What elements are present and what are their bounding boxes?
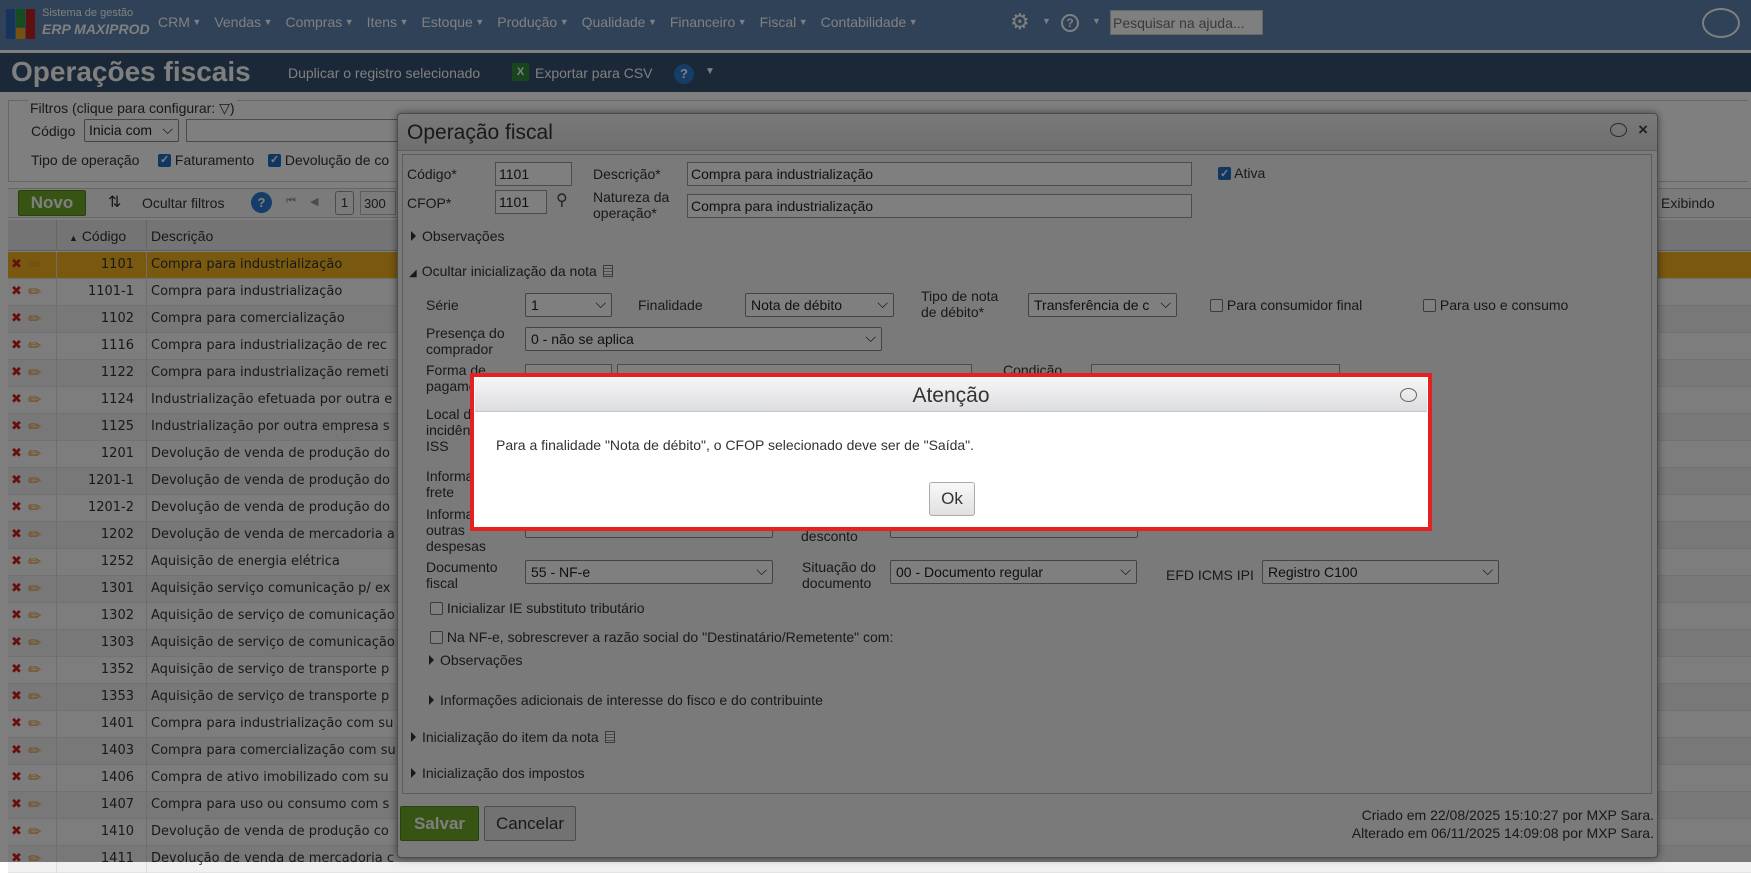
alert-message: Para a finalidade "Nota de débito", o CF… (496, 437, 975, 453)
attention-alert: Atenção Para a finalidade "Nota de débit… (470, 373, 1432, 531)
chat-icon[interactable] (1400, 388, 1417, 402)
alert-title: Atenção (912, 384, 990, 407)
ok-button[interactable]: Ok (929, 482, 975, 516)
alert-header: Atenção (475, 378, 1427, 412)
